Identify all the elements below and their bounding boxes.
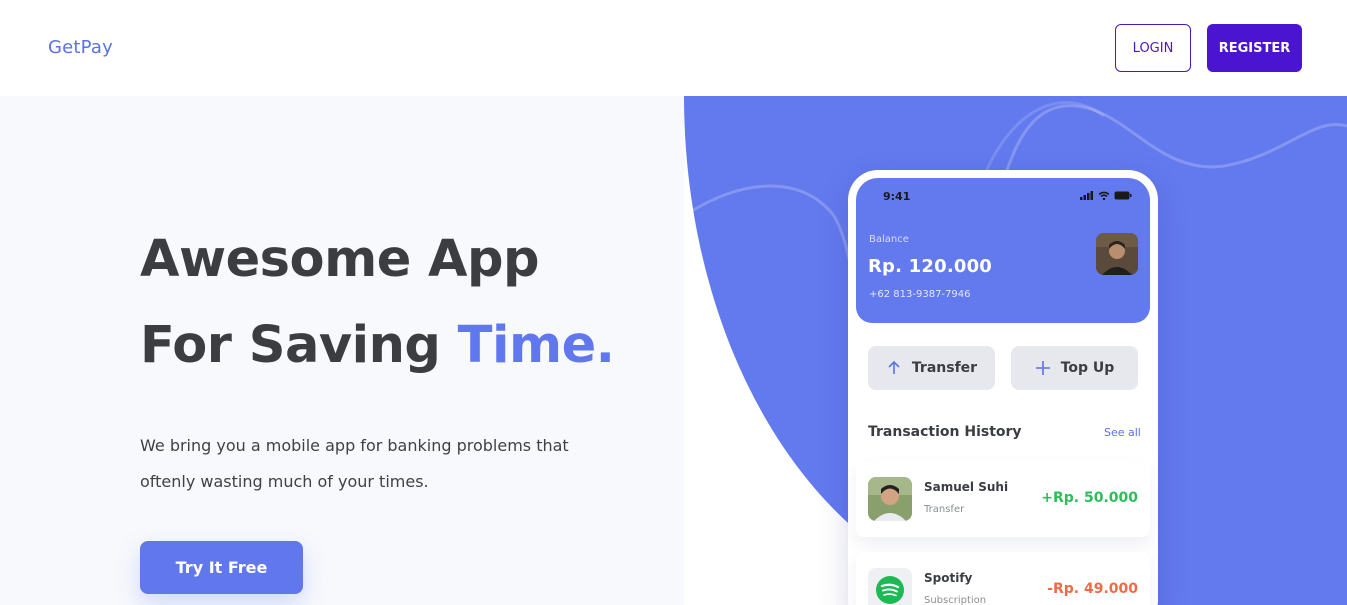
hero-headline-line1: Awesome App (140, 230, 540, 289)
transaction-name: Samuel Suhi (924, 480, 1009, 494)
transfer-label: Transfer (911, 360, 978, 376)
headline-prefix: For Saving (140, 316, 458, 375)
samuel-avatar (868, 477, 912, 521)
balance-label: Balance (869, 234, 909, 245)
wifi-icon (1098, 191, 1110, 200)
top-up-label: Top Up (1060, 360, 1115, 376)
phone-mockup: 9:41 Balance Rp. 120.000 +62 813-9387-79… (848, 170, 1158, 605)
transfer-button[interactable]: Transfer (868, 346, 995, 390)
spotify-icon-box (868, 568, 912, 605)
transaction-item[interactable]: Spotify Subscription -Rp. 49.000 (856, 552, 1150, 605)
signal-icon (1080, 191, 1093, 200)
brand-logo[interactable]: GetPay (48, 37, 113, 58)
register-button[interactable]: REGISTER (1207, 24, 1302, 72)
transaction-item[interactable]: Samuel Suhi Transfer +Rp. 50.000 (856, 461, 1150, 537)
top-up-button[interactable]: Top Up (1011, 346, 1138, 390)
hero-description: We bring you a mobile app for banking pr… (140, 436, 569, 491)
plus-icon (1035, 361, 1050, 375)
transaction-amount: -Rp. 49.000 (1047, 581, 1138, 597)
try-it-free-button[interactable]: Try It Free (140, 541, 303, 594)
transaction-type: Transfer (924, 504, 965, 515)
user-avatar[interactable] (1096, 233, 1138, 275)
transaction-name: Spotify (924, 571, 973, 585)
status-time: 9:41 (883, 190, 911, 203)
login-button[interactable]: LOGIN (1115, 24, 1191, 72)
top-navbar: GetPay LOGIN REGISTER (0, 0, 1347, 96)
transaction-type: Subscription (924, 595, 987, 605)
status-icons (1080, 191, 1132, 200)
transaction-amount: +Rp. 50.000 (1041, 490, 1138, 506)
balance-amount: Rp. 120.000 (868, 256, 993, 277)
see-all-link[interactable]: See all (1104, 426, 1141, 439)
hero-headline-line2: For Saving Time. (140, 316, 615, 375)
arrow-up-icon (888, 360, 900, 374)
transaction-history-title: Transaction History (868, 424, 1022, 440)
samuel-avatar-image (868, 477, 912, 521)
user-avatar-image (1096, 233, 1138, 275)
headline-accent: Time. (457, 316, 615, 375)
balance-card: 9:41 Balance Rp. 120.000 +62 813-9387-79… (856, 178, 1150, 323)
battery-icon (1114, 191, 1132, 200)
phone-number: +62 813-9387-7946 (869, 289, 971, 300)
spotify-icon (876, 576, 904, 604)
